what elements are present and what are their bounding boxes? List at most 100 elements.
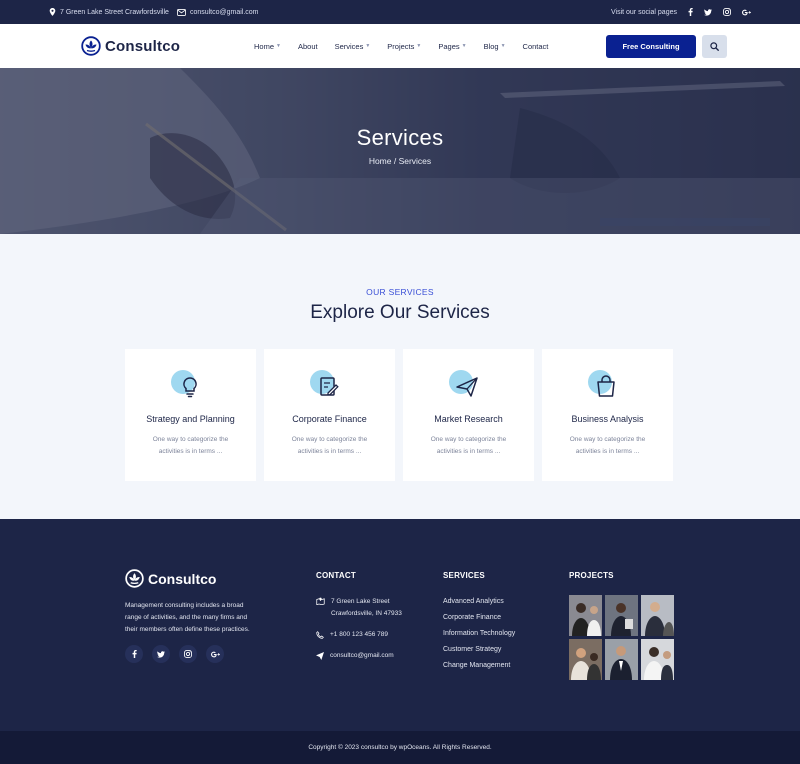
twitter-icon[interactable] — [152, 645, 170, 663]
service-card-title: Business Analysis — [571, 414, 644, 424]
project-thumbnail[interactable] — [641, 639, 674, 680]
nav-home-label: Home — [254, 41, 275, 51]
nav-contact[interactable]: Contact — [523, 42, 549, 51]
main-nav: Home ▼ About Services ▼ Projects ▼ Pages ▼ B… — [254, 24, 565, 68]
service-card-desc: One way to categorize the activities is … — [430, 436, 507, 455]
service-card-business[interactable]: Business Analysis One way to categorize … — [542, 349, 673, 481]
service-card-title: Market Research — [434, 414, 503, 424]
nav-pages-label: Pages — [438, 41, 460, 51]
nav-blog[interactable]: Blog ▼ — [484, 42, 506, 51]
chevron-down-icon: ▼ — [365, 43, 371, 49]
page-title: Services — [356, 125, 444, 150]
section-eyebrow: OUR SERVICES — [366, 287, 434, 297]
topbar-address-text: 7 Green Lake Street Crawfordsville — [60, 8, 169, 16]
nav-blog-label: Blog — [483, 41, 499, 51]
project-thumbnail[interactable] — [605, 639, 638, 680]
project-thumbnail[interactable] — [605, 595, 638, 636]
service-card-desc: One way to categorize the activities is … — [569, 436, 646, 455]
facebook-icon[interactable] — [688, 8, 693, 16]
footer-service-link[interactable]: Corporate Finance — [443, 614, 501, 621]
footer-logo-text: Consultco — [148, 570, 217, 587]
footer-projects-grid — [569, 595, 674, 680]
top-bar: 7 Green Lake Street Crawfordsville consu… — [0, 0, 800, 24]
service-card-title: Strategy and Planning — [146, 414, 235, 424]
search-button[interactable] — [702, 35, 727, 58]
nav-pages[interactable]: Pages ▼ — [438, 42, 466, 51]
phone-icon — [316, 631, 324, 639]
lightbulb-icon — [171, 370, 197, 398]
nav-projects[interactable]: Projects ▼ — [387, 42, 421, 51]
paper-plane-icon — [449, 370, 478, 397]
footer-address-line1: 7 Green Lake Street — [331, 598, 390, 605]
nav-about-label: About — [297, 41, 318, 51]
logo-text: Consultco — [105, 37, 181, 55]
section-title: Explore Our Services — [310, 302, 490, 323]
location-pin-icon — [49, 8, 56, 16]
service-card-finance[interactable]: Corporate Finance One way to categorize … — [264, 349, 395, 481]
project-thumbnail[interactable] — [641, 595, 674, 636]
google-plus-icon[interactable] — [206, 645, 224, 663]
nav-services-label: Services — [334, 41, 364, 51]
google-plus-icon[interactable] — [742, 9, 751, 16]
footer-services-list: Advanced Analytics Corporate Finance Inf… — [443, 596, 515, 676]
service-card-market[interactable]: Market Research One way to categorize th… — [403, 349, 534, 481]
facebook-icon[interactable] — [125, 645, 143, 663]
logo-mark-icon — [125, 569, 144, 588]
social-label: Visit our social pages — [610, 8, 677, 16]
footer-email-text: consultco@gmail.com — [330, 652, 394, 659]
shopping-bag-icon — [588, 370, 615, 397]
footer-service-link[interactable]: Advanced Analytics — [443, 598, 504, 605]
breadcrumb[interactable]: Home / Services — [0, 156, 800, 166]
footer-projects-title: PROJECTS — [569, 571, 614, 580]
nav-contact-label: Contact — [522, 41, 549, 51]
site-logo[interactable]: Consultco — [81, 36, 180, 56]
service-card-title: Corporate Finance — [292, 414, 367, 424]
chevron-down-icon: ▼ — [461, 43, 467, 49]
footer-service-link[interactable]: Customer Strategy — [443, 646, 501, 653]
nav-home[interactable]: Home ▼ — [254, 42, 281, 51]
topbar-email[interactable]: consultco@gmail.com — [176, 8, 259, 16]
footer-service-link[interactable]: Information Technology — [443, 630, 515, 637]
footer-contact-title: CONTACT — [316, 571, 356, 580]
service-card-desc: One way to categorize the activities is … — [152, 436, 229, 455]
instagram-icon[interactable] — [723, 8, 731, 16]
copyright-text: Copyright © 2023 consultco by wpOceans. … — [308, 744, 492, 751]
footer-services-title: SERVICES — [443, 571, 485, 580]
paper-plane-icon — [316, 652, 324, 660]
service-card-desc: One way to categorize the activities is … — [291, 436, 368, 455]
services-cards: Strategy and Planning One way to categor… — [125, 349, 673, 481]
chevron-down-icon: ▼ — [416, 43, 422, 49]
footer-email[interactable]: consultco@gmail.com — [316, 650, 402, 662]
project-thumbnail[interactable] — [569, 639, 602, 680]
footer-bottom-bar: Copyright © 2023 consultco by wpOceans. … — [0, 731, 800, 764]
nav-services[interactable]: Services ▼ — [335, 42, 371, 51]
footer-social — [125, 645, 224, 663]
site-header: Consultco Home ▼ About Services ▼ Projects… — [0, 24, 800, 68]
email-icon — [176, 8, 186, 16]
project-thumbnail[interactable] — [569, 595, 602, 636]
map-icon — [316, 597, 325, 605]
footer-phone[interactable]: +1 800 123 456 789 — [316, 629, 402, 641]
chevron-down-icon: ▼ — [500, 43, 506, 49]
footer-contact-list: 7 Green Lake Street Crawfordsville, IN 47… — [316, 596, 402, 671]
document-edit-icon — [310, 370, 339, 396]
chevron-down-icon: ▼ — [276, 43, 281, 49]
hero-overlay — [0, 68, 800, 234]
services-section: OUR SERVICES Explore Our Services Strate… — [0, 234, 800, 519]
footer-description: Management consulting includes a broad r… — [125, 602, 250, 633]
topbar-email-text: consultco@gmail.com — [189, 8, 259, 16]
footer-address-line2: Crawfordsville, IN 47933 — [331, 610, 402, 617]
instagram-icon[interactable] — [179, 645, 197, 663]
nav-projects-label: Projects — [387, 41, 415, 51]
topbar-address: 7 Green Lake Street Crawfordsville — [49, 8, 169, 16]
site-footer: Consultco Management consulting includes… — [0, 519, 800, 731]
service-card-strategy[interactable]: Strategy and Planning One way to categor… — [125, 349, 256, 481]
free-consulting-button[interactable]: Free Consulting — [606, 35, 696, 58]
nav-about[interactable]: About — [298, 42, 318, 51]
footer-address: 7 Green Lake Street Crawfordsville, IN 47… — [316, 596, 402, 620]
page-hero: Services Home / Services — [0, 68, 800, 234]
logo-mark-icon — [81, 36, 101, 56]
twitter-icon[interactable] — [704, 8, 712, 16]
footer-logo[interactable]: Consultco — [125, 569, 216, 588]
footer-service-link[interactable]: Change Management — [443, 662, 510, 669]
